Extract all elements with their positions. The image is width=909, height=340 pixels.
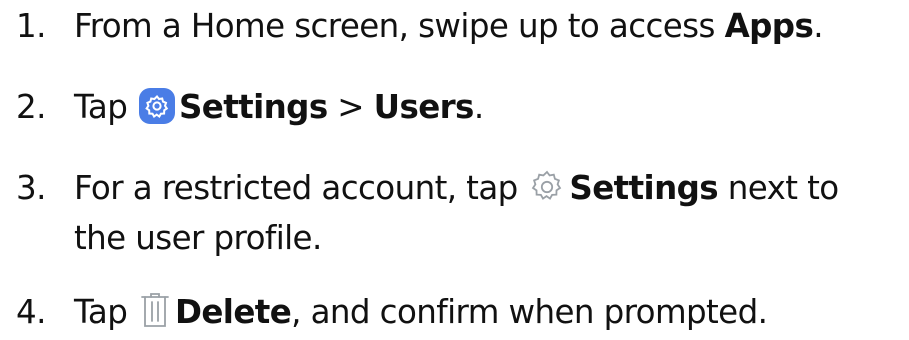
step-1: 1. From a Home screen, swipe up to access… [16, 4, 824, 48]
step-text: For a restricted account, tap [74, 169, 528, 207]
separator: > [327, 88, 374, 126]
step-end: . [813, 7, 823, 45]
gear-outline-icon [529, 169, 565, 216]
settings-label: Settings [569, 169, 719, 207]
step-continuation: the user profile. [74, 219, 322, 257]
step-number: 3. [16, 169, 46, 207]
step-end: . [473, 88, 484, 126]
settings-app-icon [138, 88, 175, 135]
step-text: From a Home screen, swipe up to access [74, 7, 725, 45]
step-text: Tap [74, 88, 137, 126]
step-text: Tap [74, 293, 137, 331]
settings-label: Settings [178, 88, 328, 126]
instruction-steps: 1. From a Home screen, swipe up to access… [0, 0, 909, 340]
trash-icon [139, 291, 171, 340]
step-text-after: , and confirm when prompted. [291, 293, 768, 331]
step-number: 1. [16, 7, 46, 45]
step-number: 4. [16, 293, 46, 331]
apps-label: Apps [724, 7, 814, 45]
step-4: 4. Tap Delete, and confirm when prompted. [16, 290, 768, 340]
step-2: 2. Tap Settings > Users. [16, 85, 484, 135]
delete-label: Delete [174, 293, 292, 331]
step-number: 2. [16, 88, 46, 126]
users-label: Users [373, 88, 475, 126]
step-text-after: next to [718, 169, 839, 207]
step-3: 3. For a restricted account, tap Settings… [16, 166, 839, 260]
